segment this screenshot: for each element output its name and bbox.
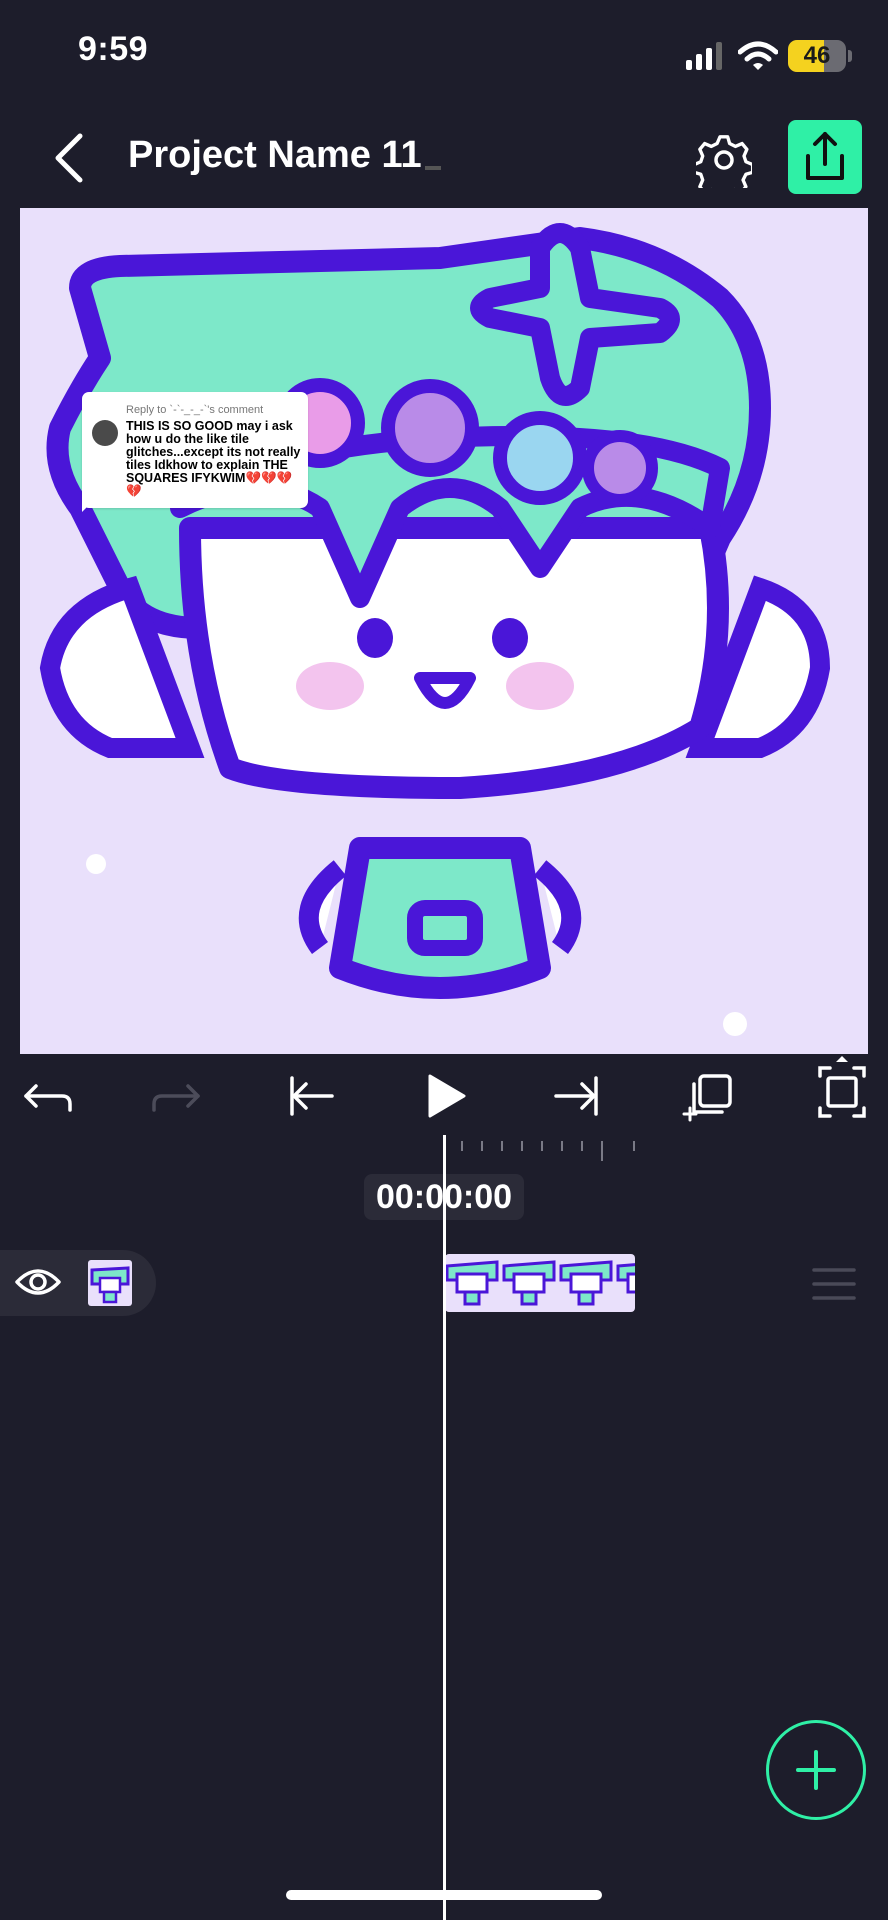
drag-handle-icon[interactable] (812, 1266, 856, 1302)
status-time: 9:59 (78, 30, 149, 68)
skip-start-icon[interactable] (280, 1066, 340, 1126)
timeline-ruler (461, 1141, 635, 1161)
preview-canvas[interactable]: Reply to `-`-_-_-`'s comment THIS IS SO … (20, 208, 868, 1054)
cellular-signal-icon (686, 42, 722, 70)
video-clip[interactable] (445, 1254, 635, 1312)
commenter-avatar (92, 420, 118, 446)
battery-level: 46 (803, 42, 831, 69)
comment-text: THIS IS SO GOOD may i ask how u do the l… (126, 419, 301, 498)
add-button[interactable] (766, 1720, 866, 1820)
comment-reply-label: Reply to `-`-_-_-`'s comment (126, 404, 264, 416)
title-edit-indicator (425, 166, 441, 170)
battery-tip (848, 50, 852, 62)
fit-screen-icon[interactable] (812, 1054, 872, 1126)
skip-end-icon[interactable] (548, 1066, 608, 1126)
plus-icon (796, 1750, 836, 1790)
undo-icon[interactable] (16, 1066, 76, 1126)
export-button[interactable] (788, 120, 862, 194)
home-indicator[interactable] (286, 1890, 602, 1900)
duplicate-icon[interactable] (680, 1066, 740, 1126)
comment-bubble-tail (82, 498, 96, 512)
gear-icon[interactable] (696, 132, 752, 188)
comment-reply-sticker[interactable]: Reply to `-`-_-_-`'s comment THIS IS SO … (82, 392, 308, 508)
eye-icon[interactable] (14, 1264, 62, 1300)
wifi-icon (738, 41, 778, 70)
character-artwork (39, 223, 831, 1036)
clip-thumbnails (445, 1260, 635, 1306)
track-thumbnail[interactable] (88, 1260, 132, 1306)
play-icon[interactable] (414, 1066, 474, 1126)
thumbnail-artwork (90, 1266, 130, 1304)
export-icon (806, 132, 844, 180)
back-icon[interactable] (52, 130, 86, 186)
playhead[interactable] (443, 1135, 446, 1920)
redo-icon[interactable] (148, 1066, 208, 1126)
project-title[interactable]: Project Name 11 (128, 134, 422, 177)
